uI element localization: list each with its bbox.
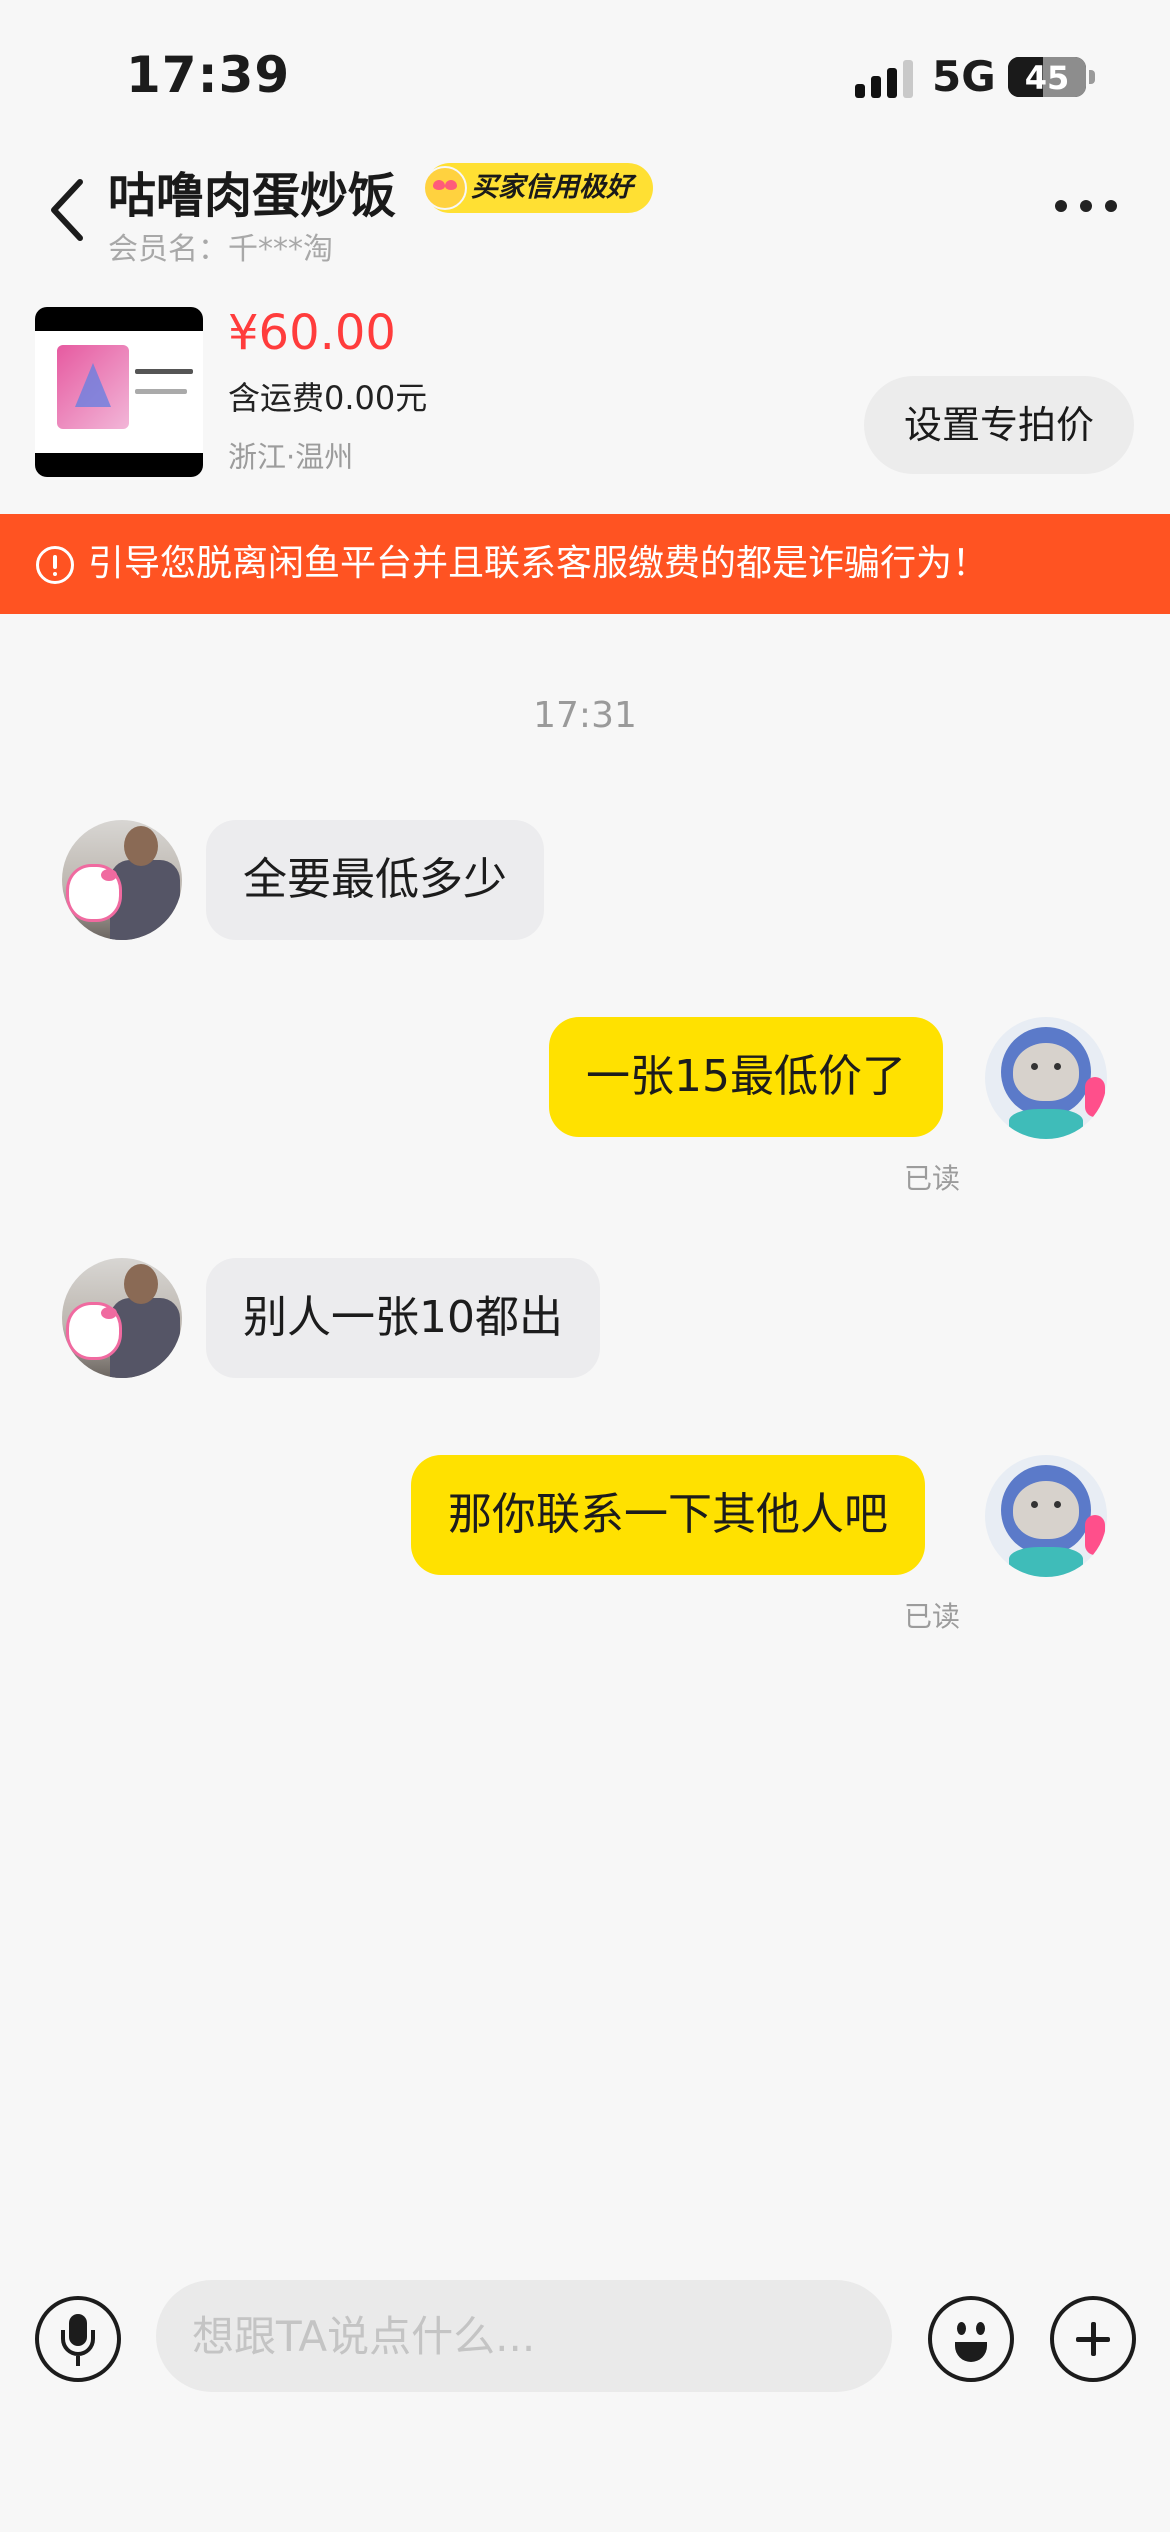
network-type: 5G bbox=[932, 52, 996, 101]
battery-icon: 45 bbox=[1008, 57, 1086, 97]
emoji-button[interactable] bbox=[928, 2296, 1014, 2382]
voice-button[interactable] bbox=[35, 2296, 121, 2382]
my-avatar[interactable] bbox=[985, 1455, 1107, 1577]
status-time: 17:39 bbox=[126, 46, 291, 104]
set-special-price-button[interactable]: 设置专拍价 bbox=[864, 376, 1134, 474]
fraud-warning-banner: 引导您脱离闲鱼平台并且联系客服缴费的都是诈骗行为！ bbox=[0, 514, 1170, 614]
battery-level: 45 bbox=[1024, 59, 1070, 97]
buyer-avatar[interactable] bbox=[62, 820, 182, 940]
product-price: ¥60.00 bbox=[228, 305, 396, 361]
member-info: 会员名：千***淘 bbox=[108, 224, 333, 268]
message-input[interactable] bbox=[156, 2280, 892, 2392]
credit-badge[interactable]: 买家信用极好 bbox=[423, 163, 653, 213]
warning-icon bbox=[36, 546, 74, 584]
heart-eyes-emoji-icon bbox=[423, 166, 467, 210]
chat-timestamp: 17:31 bbox=[533, 695, 637, 736]
message-bubble-outgoing[interactable]: 那你联系一下其他人吧 bbox=[411, 1455, 925, 1575]
warning-text: 引导您脱离闲鱼平台并且联系客服缴费的都是诈骗行为！ bbox=[88, 543, 989, 584]
plus-button[interactable] bbox=[1050, 2296, 1136, 2382]
message-bubble-incoming[interactable]: 别人一张10都出 bbox=[206, 1258, 600, 1378]
member-name: 千***淘 bbox=[228, 232, 333, 267]
signal-icon bbox=[855, 60, 915, 98]
my-avatar[interactable] bbox=[985, 1017, 1107, 1139]
battery-nub bbox=[1089, 70, 1095, 84]
contact-name[interactable]: 咕噜肉蛋炒饭 bbox=[108, 156, 396, 226]
message-bubble-outgoing[interactable]: 一张15最低价了 bbox=[549, 1017, 943, 1137]
status-bar: 17:39 5G 45 bbox=[0, 0, 1170, 150]
read-status: 已读 bbox=[904, 1162, 961, 1195]
product-shipping: 含运费0.00元 bbox=[228, 379, 428, 417]
product-location: 浙江·温州 bbox=[228, 440, 354, 474]
message-bubble-incoming[interactable]: 全要最低多少 bbox=[206, 820, 544, 940]
read-status: 已读 bbox=[904, 1600, 961, 1633]
buyer-avatar[interactable] bbox=[62, 1258, 182, 1378]
member-label: 会员名： bbox=[108, 232, 228, 267]
more-button[interactable] bbox=[1055, 190, 1125, 220]
more-icon bbox=[1055, 200, 1067, 212]
back-button[interactable] bbox=[40, 170, 100, 250]
credit-badge-label: 买家信用极好 bbox=[471, 172, 633, 203]
back-icon bbox=[51, 179, 83, 241]
emoji-icon bbox=[957, 2322, 966, 2335]
product-thumbnail[interactable] bbox=[35, 307, 203, 477]
